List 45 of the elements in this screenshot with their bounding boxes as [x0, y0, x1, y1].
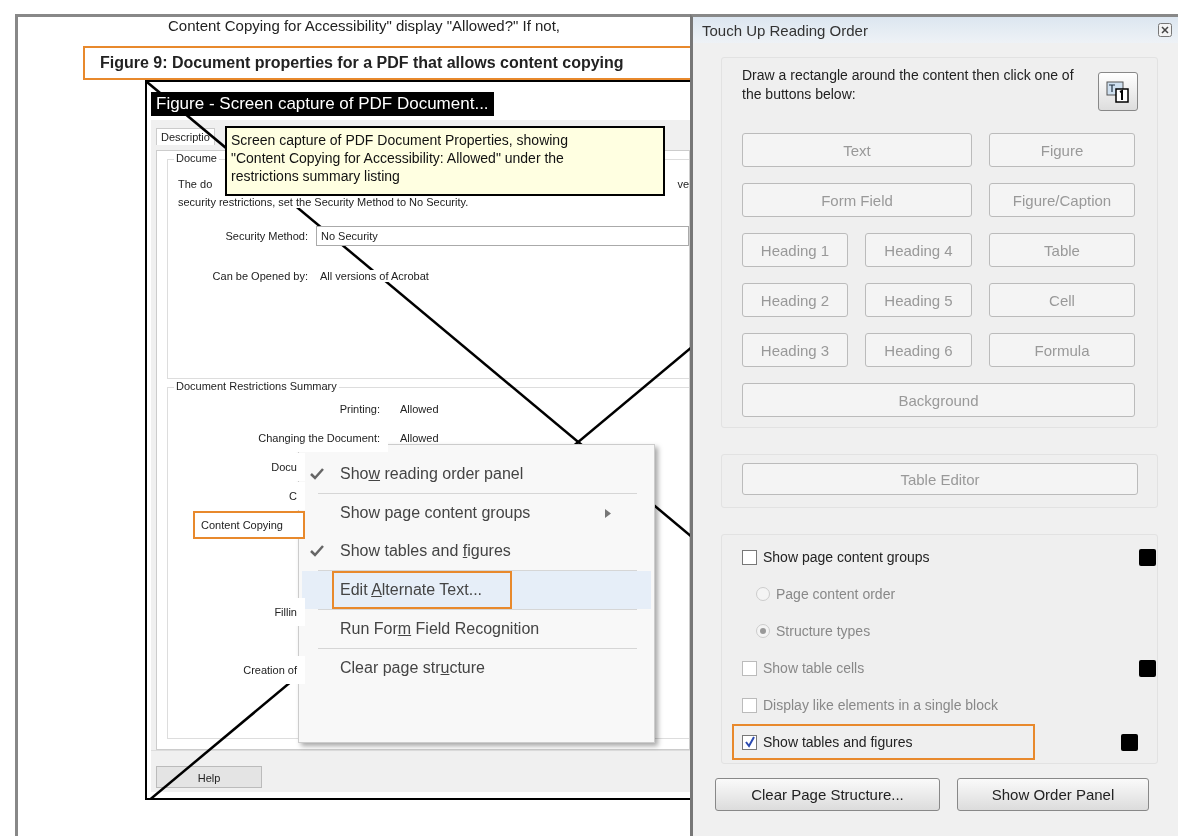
menu-item-label: Edit Alternate Text...: [332, 571, 512, 609]
menu-item[interactable]: Clear page structure: [302, 649, 651, 687]
field-label: Can be Opened by:: [211, 270, 309, 282]
menu-item[interactable]: Show page content groups: [302, 494, 651, 532]
menu-item[interactable]: Edit Alternate Text...: [302, 571, 651, 609]
checkbox[interactable]: [742, 549, 757, 565]
menu-item-label: Run Form Field Recognition: [339, 619, 541, 639]
panel-button[interactable]: Clear Page Structure...: [715, 778, 940, 811]
menu-item[interactable]: Show reading order panel: [302, 455, 651, 493]
menu-item-label: Show page content groups: [339, 503, 532, 523]
text-number-icon: [1106, 80, 1130, 103]
security-method-field: No Security: [316, 226, 689, 246]
panel-title: Touch Up Reading Order: [702, 21, 868, 39]
option-label: Display like elements in a single block: [763, 697, 999, 713]
figure-caption: Figure 9: Document properties for a PDF that allows content copying: [83, 46, 690, 80]
instruction-text: Draw a rectangle around the content then click one of the buttons below:: [742, 66, 1075, 104]
option-label: Show tables and figures: [763, 734, 914, 750]
option-label: Show table cells: [763, 660, 866, 676]
menu-item-label: Show reading order panel: [339, 464, 525, 484]
color-swatch[interactable]: [1139, 548, 1156, 566]
menu-item-label: Show tables and figures: [339, 541, 512, 561]
field-label: Security Method:: [224, 230, 309, 242]
panel-button[interactable]: Show Order Panel: [957, 778, 1149, 811]
close-icon[interactable]: [1158, 23, 1172, 37]
note-text: security restrictions, set the Security Method to No Security.: [178, 196, 469, 208]
menu-item[interactable]: Show tables and figures: [302, 532, 651, 570]
alt-text-tooltip: Screen capture of PDF Document Properties, showing "Content Copying for Accessibility: Allowed" under the restrictions summary listing: [225, 126, 665, 196]
group-title: Document Restrictions Summary: [174, 380, 339, 392]
field-value: All versions of Acrobat: [318, 270, 431, 282]
option-label: Page content order: [776, 586, 897, 602]
note-text: The do: [178, 178, 213, 190]
menu-item[interactable]: Run Form Field Recognition: [302, 610, 651, 648]
menu-item-label: Clear page structure: [339, 658, 486, 678]
figure-tag-label: Figure - Screen capture of PDF Document...: [151, 92, 494, 116]
restriction-value: Allowed: [399, 431, 439, 444]
body-text: Content Copying for Accessibility" display "Allowed?" If not,: [167, 17, 561, 34]
group-title: Docume: [174, 152, 219, 164]
reading-order-button[interactable]: [1098, 72, 1138, 111]
restriction-label: Content Copying: [193, 510, 305, 539]
note-text: ve: [677, 178, 689, 190]
checkbox[interactable]: [742, 734, 757, 750]
option-label: Structure types: [776, 623, 872, 639]
color-swatch[interactable]: [1121, 733, 1138, 751]
restriction-value: Allowed: [399, 402, 439, 415]
option-label: Show page content groups: [763, 549, 931, 565]
